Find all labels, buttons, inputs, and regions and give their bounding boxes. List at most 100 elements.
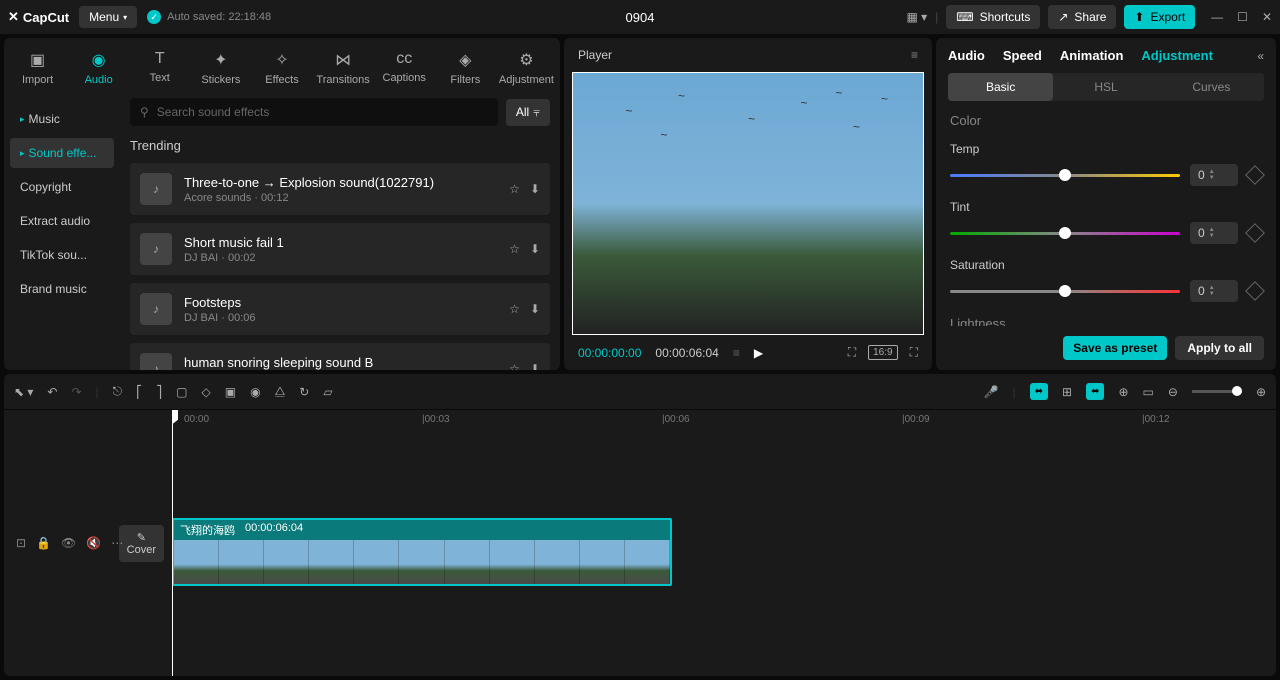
download-icon[interactable]: ⬇ bbox=[530, 182, 540, 196]
list-icon[interactable]: ≡ bbox=[733, 346, 740, 360]
crop-icon[interactable]: ▱ bbox=[323, 385, 332, 399]
temp-slider[interactable] bbox=[950, 174, 1180, 177]
preview-icon[interactable]: ▭ bbox=[1143, 385, 1154, 399]
layout-icon[interactable]: ▦ ▾ bbox=[906, 10, 927, 24]
snap-icon[interactable]: ⬌ bbox=[1030, 383, 1048, 400]
mic-icon[interactable]: 🎤 bbox=[984, 385, 999, 399]
temp-keyframe-icon[interactable] bbox=[1245, 165, 1265, 185]
video-clip[interactable]: 飞翔的海鸥00:00:06:04 bbox=[172, 518, 672, 586]
track-icon[interactable]: ⊕ bbox=[1118, 385, 1128, 399]
undo-icon[interactable]: ↶ bbox=[47, 385, 57, 399]
eye-icon[interactable]: 👁 bbox=[61, 536, 76, 550]
favorite-icon[interactable]: ☆ bbox=[509, 182, 520, 196]
tab-filters[interactable]: ◈Filters bbox=[436, 46, 495, 90]
saturation-value[interactable]: 0▲▼ bbox=[1190, 280, 1238, 302]
tab-stickers[interactable]: ✦Stickers bbox=[191, 46, 250, 90]
tab-captions[interactable]: ccCaptions bbox=[375, 46, 434, 90]
favorite-icon[interactable]: ☆ bbox=[509, 242, 520, 256]
sidebar-item-sound-effects[interactable]: ▸Sound effe... bbox=[10, 138, 114, 168]
playhead[interactable] bbox=[172, 410, 173, 676]
sidebar-item-extract-audio[interactable]: Extract audio bbox=[10, 206, 114, 236]
shortcuts-button[interactable]: ⌨Shortcuts bbox=[946, 5, 1040, 29]
share-button[interactable]: ↗Share bbox=[1048, 5, 1116, 29]
tab-adjustment[interactable]: ⚙Adjustment bbox=[497, 46, 556, 90]
mute-icon[interactable]: 🔇 bbox=[86, 536, 101, 550]
lock-icon[interactable]: 🔒 bbox=[36, 536, 51, 550]
tab-speed[interactable]: Speed bbox=[1003, 48, 1042, 63]
tint-slider[interactable] bbox=[950, 232, 1180, 235]
speed-icon[interactable]: ◉ bbox=[250, 385, 260, 399]
sound-item[interactable]: ♪ Three-to-one → Explosion sound(1022791… bbox=[130, 163, 550, 215]
color-section-label: Color bbox=[950, 113, 1262, 128]
sidebar-item-brand-music[interactable]: Brand music bbox=[10, 274, 114, 304]
player-preview[interactable]: ~~~ ~~~ ~~ bbox=[572, 72, 924, 335]
delete-icon[interactable]: ▢ bbox=[176, 385, 187, 399]
link-icon[interactable]: ⬌ bbox=[1086, 383, 1104, 400]
minimize-icon[interactable]: — bbox=[1211, 10, 1223, 24]
saturation-slider[interactable] bbox=[950, 290, 1180, 293]
export-button[interactable]: ⬆Export bbox=[1124, 5, 1195, 29]
apply-all-button[interactable]: Apply to all bbox=[1175, 336, 1264, 360]
tab-transitions[interactable]: ⋈Transitions bbox=[314, 46, 373, 90]
favorite-icon[interactable]: ☆ bbox=[509, 302, 520, 316]
subtab-hsl[interactable]: HSL bbox=[1053, 73, 1158, 101]
sidebar-item-music[interactable]: ▸Music bbox=[10, 104, 114, 134]
sound-name: human snoring sleeping sound B bbox=[184, 355, 497, 370]
zoom-slider[interactable] bbox=[1192, 390, 1242, 393]
tint-value[interactable]: 0▲▼ bbox=[1190, 222, 1238, 244]
trim-left-icon[interactable]: ⎡ bbox=[136, 385, 142, 399]
timeline-ruler[interactable]: 00:00 |00:03 |00:06 |00:09 |00:12 bbox=[172, 410, 1276, 432]
sound-name: Short music fail 1 bbox=[184, 235, 497, 250]
sound-item[interactable]: ♪ human snoring sleeping sound BLEOPARD … bbox=[130, 343, 550, 370]
collapse-icon[interactable]: « bbox=[1257, 49, 1264, 63]
cover-button[interactable]: ✎Cover bbox=[119, 525, 164, 562]
player-menu-icon[interactable]: ≡ bbox=[911, 48, 918, 62]
search-input[interactable]: ⚲Search sound effects bbox=[130, 98, 498, 126]
tab-text[interactable]: TText bbox=[130, 46, 189, 90]
section-title: Trending bbox=[130, 138, 550, 153]
menu-button[interactable]: Menu▾ bbox=[79, 6, 137, 28]
maximize-icon[interactable]: ☐ bbox=[1237, 10, 1248, 24]
temp-value[interactable]: 0▲▼ bbox=[1190, 164, 1238, 186]
zoom-out-icon[interactable]: ⊖ bbox=[1168, 385, 1178, 399]
zoom-in-icon[interactable]: ⊕ bbox=[1256, 385, 1266, 399]
favorite-icon[interactable]: ☆ bbox=[509, 362, 520, 370]
split-icon[interactable]: ⎋ bbox=[113, 384, 123, 399]
filter-button[interactable]: All⫧ bbox=[506, 99, 550, 126]
download-icon[interactable]: ⬇ bbox=[530, 302, 540, 316]
sound-item[interactable]: ♪ Short music fail 1DJ BAI · 00:02 ☆⬇ bbox=[130, 223, 550, 275]
tint-keyframe-icon[interactable] bbox=[1245, 223, 1265, 243]
subtab-basic[interactable]: Basic bbox=[948, 73, 1053, 101]
mirror-icon[interactable]: ⧋ bbox=[275, 384, 286, 399]
expand-icon[interactable]: ⊡ bbox=[16, 536, 26, 550]
download-icon[interactable]: ⬇ bbox=[530, 242, 540, 256]
tab-import[interactable]: ▣Import bbox=[8, 46, 67, 90]
sound-meta: DJ BAI · 00:02 bbox=[184, 252, 497, 264]
magnet-icon[interactable]: ⊞ bbox=[1062, 385, 1072, 399]
tab-audio[interactable]: ◉Audio bbox=[69, 46, 128, 90]
trim-right-icon[interactable]: ⎤ bbox=[156, 385, 162, 399]
crop-icon[interactable]: ⛶ bbox=[848, 345, 856, 360]
saturation-keyframe-icon[interactable] bbox=[1245, 281, 1265, 301]
sound-item[interactable]: ♪ FootstepsDJ BAI · 00:06 ☆⬇ bbox=[130, 283, 550, 335]
marker-icon[interactable]: ◇ bbox=[202, 385, 211, 399]
sidebar-item-copyright[interactable]: Copyright bbox=[10, 172, 114, 202]
play-button[interactable]: ▶ bbox=[754, 346, 763, 360]
close-icon[interactable]: ✕ bbox=[1262, 10, 1272, 24]
cursor-tool-icon[interactable]: ⬉ ▾ bbox=[14, 385, 33, 399]
sidebar-item-tiktok[interactable]: TikTok sou... bbox=[10, 240, 114, 270]
download-icon[interactable]: ⬇ bbox=[530, 362, 540, 370]
redo-icon[interactable]: ↷ bbox=[71, 385, 81, 399]
tab-adjustment-right[interactable]: Adjustment bbox=[1141, 48, 1213, 63]
tab-animation[interactable]: Animation bbox=[1060, 48, 1124, 63]
music-note-icon: ♪ bbox=[140, 293, 172, 325]
tab-audio-right[interactable]: Audio bbox=[948, 48, 985, 63]
subtab-curves[interactable]: Curves bbox=[1159, 73, 1264, 101]
save-preset-button[interactable]: Save as preset bbox=[1063, 336, 1167, 360]
fullscreen-icon[interactable]: ⛶ bbox=[910, 345, 918, 360]
more-icon[interactable]: ⋯ bbox=[111, 536, 123, 550]
ratio-button[interactable]: 16:9 bbox=[868, 345, 897, 360]
tab-effects[interactable]: ✧Effects bbox=[252, 46, 311, 90]
copy-icon[interactable]: ▣ bbox=[225, 385, 236, 399]
rotate-icon[interactable]: ↻ bbox=[299, 385, 309, 399]
